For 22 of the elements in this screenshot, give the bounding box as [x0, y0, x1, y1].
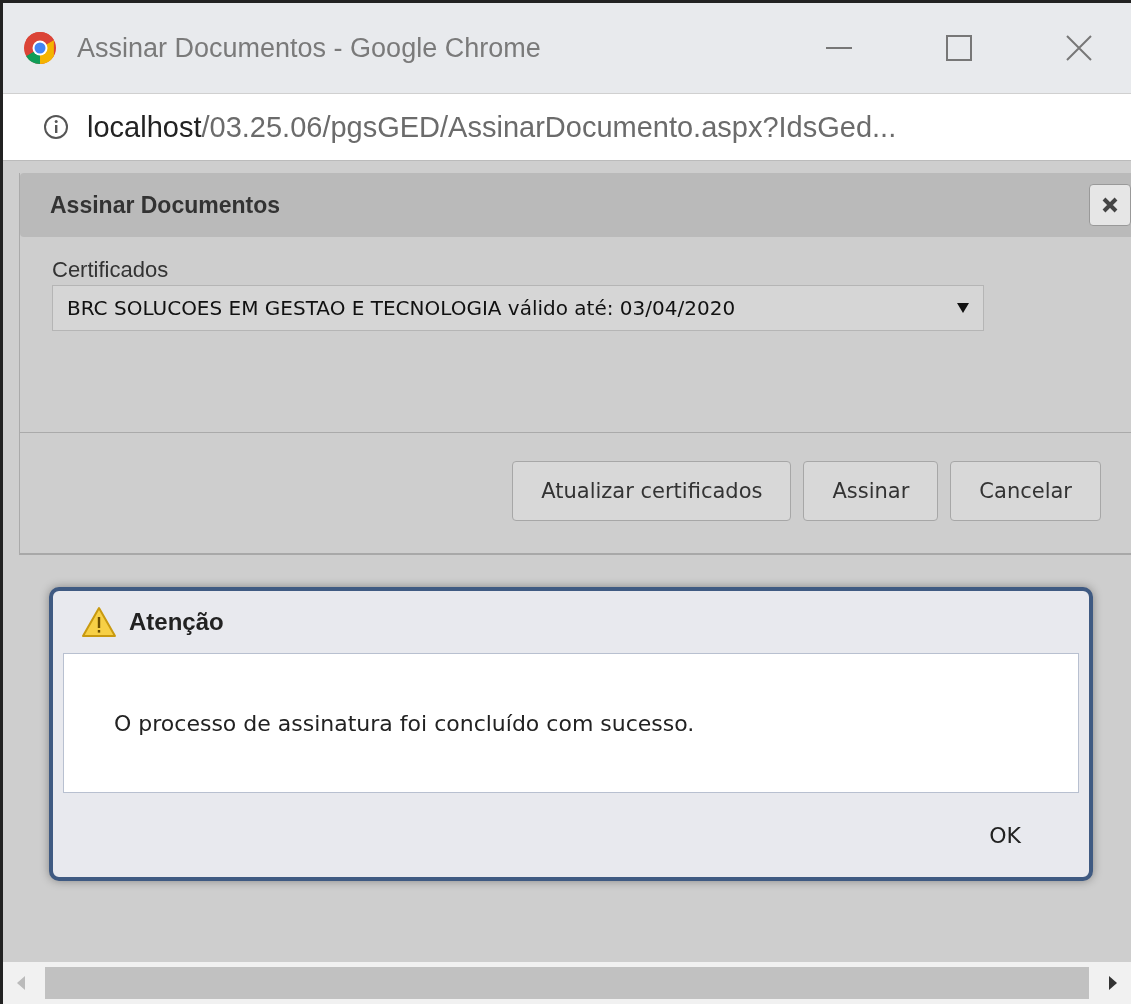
window-title: Assinar Documentos - Google Chrome	[77, 32, 542, 64]
panel-title: Assinar Documentos	[50, 191, 281, 219]
certificate-dropdown[interactable]: BRC SOLUCOES EM GESTAO E TECNOLOGIA válido até: 03/04/2020	[52, 285, 984, 331]
close-icon[interactable]	[1065, 34, 1093, 62]
dialog-title: Atenção	[129, 608, 224, 636]
field-label: Certificados	[52, 257, 170, 283]
close-button[interactable]	[1089, 184, 1131, 226]
browser-logo-icon	[23, 31, 57, 65]
info-icon[interactable]	[43, 114, 69, 140]
close-icon	[1102, 197, 1118, 213]
dropdown-arrow-icon	[957, 303, 969, 313]
maximize-icon[interactable]	[945, 34, 973, 62]
dialog-message: O processo de assinatura foi concluído com sucesso.	[114, 710, 695, 736]
action-button[interactable]: Cancelar	[950, 461, 1101, 521]
action-button[interactable]: Assinar	[803, 461, 939, 521]
scroll-right-icon[interactable]	[1107, 975, 1119, 991]
dropdown-value: BRC SOLUCOES EM GESTAO E TECNOLOGIA válido até: 03/04/2020	[67, 296, 736, 320]
warning-icon	[81, 606, 117, 638]
scrollbar-thumb[interactable]	[45, 967, 1089, 999]
action-button[interactable]: Atualizar certificados	[512, 461, 792, 521]
url-text[interactable]: localhost/03.25.06/pgsGED/AssinarDocumento.aspx?IdsGed...	[87, 110, 897, 144]
ok-button[interactable]: OK	[981, 818, 1029, 852]
